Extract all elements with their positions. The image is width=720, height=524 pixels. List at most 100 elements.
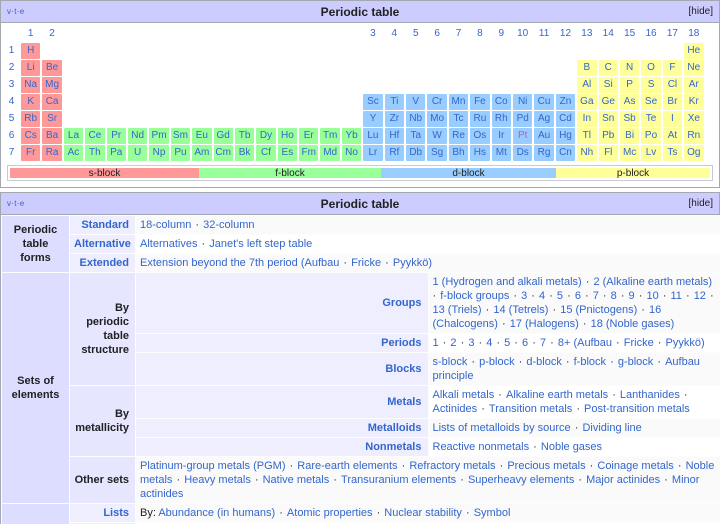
element-link[interactable]: Mg <box>45 79 59 90</box>
navbox-list-heading-link[interactable]: Groups <box>382 297 421 309</box>
navbox-link[interactable]: Precious metals <box>507 460 585 472</box>
element-cell-hs[interactable]: Hs <box>470 145 490 161</box>
element-cell-bi[interactable]: Bi <box>619 128 640 144</box>
group-number-header[interactable]: 12 <box>555 26 576 42</box>
element-link[interactable]: Rn <box>687 130 700 141</box>
element-link[interactable]: Cf <box>261 147 271 158</box>
navbox-list-heading-link[interactable]: Extended <box>79 257 129 269</box>
element-link[interactable]: Lu <box>367 130 378 141</box>
element-link[interactable]: Bh <box>452 147 464 158</box>
period-number-header[interactable]: 1 <box>3 43 20 59</box>
navbox-list-heading-link[interactable]: Blocks <box>385 363 421 375</box>
element-link[interactable]: Sr <box>47 113 57 124</box>
element-cell-os[interactable]: Os <box>470 128 490 144</box>
element-cell-o[interactable]: O <box>641 60 661 76</box>
element-link[interactable]: Cl <box>668 79 677 90</box>
element-link[interactable]: Cu <box>538 96 551 107</box>
element-cell-rf[interactable]: Rf <box>384 145 405 161</box>
element-link[interactable]: Be <box>46 62 58 73</box>
element-cell-cu[interactable]: Cu <box>534 94 554 110</box>
element-link[interactable]: Fe <box>474 96 486 107</box>
element-cell-ge[interactable]: Ge <box>598 94 618 110</box>
element-link[interactable]: Co <box>495 96 508 107</box>
element-cell-te[interactable]: Te <box>641 111 661 127</box>
group-number-header[interactable]: 9 <box>491 26 512 42</box>
element-cell-np[interactable]: Np <box>149 145 169 161</box>
element-link[interactable]: Pd <box>517 113 529 124</box>
navbox-link[interactable]: Alkali metals <box>433 389 495 401</box>
hide-link-2[interactable]: [hide] <box>689 193 713 215</box>
element-cell-th[interactable]: Th <box>85 145 105 161</box>
element-link[interactable]: Mn <box>452 96 466 107</box>
period-number-header[interactable]: 7 <box>3 145 20 161</box>
element-cell-er[interactable]: Er <box>299 128 319 144</box>
navbox-list-heading-link[interactable]: Periods <box>381 337 421 349</box>
element-link[interactable]: Nh <box>580 147 593 158</box>
element-link[interactable]: Zn <box>560 96 572 107</box>
element-link[interactable]: Bk <box>239 147 251 158</box>
element-link[interactable]: Os <box>474 130 487 141</box>
element-link[interactable]: Re <box>452 130 465 141</box>
group-number-header[interactable]: 3 <box>362 26 383 42</box>
element-cell-ga[interactable]: Ga <box>577 94 597 110</box>
element-cell-br[interactable]: Br <box>662 94 683 110</box>
element-cell-sm[interactable]: Sm <box>170 128 191 144</box>
navbox-link[interactable]: Heavy metals <box>184 474 251 486</box>
element-link[interactable]: K <box>27 96 34 107</box>
element-cell-na[interactable]: Na <box>21 77 41 93</box>
navbox-link[interactable]: Major actinides <box>586 474 660 486</box>
element-link[interactable]: Xe <box>688 113 700 124</box>
navbox-link[interactable]: 18-column <box>140 219 191 231</box>
element-link[interactable]: Te <box>646 113 657 124</box>
navbox-link[interactable]: Superheavy elements <box>468 474 574 486</box>
element-link[interactable]: No <box>345 147 358 158</box>
element-cell-yb[interactable]: Yb <box>341 128 362 144</box>
group-number-header[interactable]: 17 <box>662 26 683 42</box>
element-link[interactable]: H <box>27 45 34 56</box>
group-number-header[interactable]: 16 <box>640 26 661 42</box>
element-link[interactable]: Cn <box>559 147 572 158</box>
element-link[interactable]: Al <box>582 79 591 90</box>
element-cell-be[interactable]: Be <box>42 60 62 76</box>
element-cell-b[interactable]: B <box>577 60 597 76</box>
navbox-list-heading-link[interactable]: Metalloids <box>368 422 422 434</box>
element-link[interactable]: In <box>583 113 591 124</box>
element-link[interactable]: Og <box>687 147 700 158</box>
element-cell-og[interactable]: Og <box>684 145 704 161</box>
element-link[interactable]: Br <box>667 96 677 107</box>
element-link[interactable]: Yb <box>345 130 357 141</box>
element-cell-u[interactable]: U <box>127 145 148 161</box>
element-cell-bk[interactable]: Bk <box>234 145 255 161</box>
navbox-link[interactable]: Fricke <box>624 337 654 349</box>
element-link[interactable]: Ho <box>281 130 294 141</box>
group-number-header[interactable]: 10 <box>512 26 533 42</box>
navbox-link[interactable]: g-block <box>618 356 653 368</box>
element-cell-es[interactable]: Es <box>277 145 298 161</box>
element-link[interactable]: Mt <box>496 147 507 158</box>
element-cell-mg[interactable]: Mg <box>42 77 62 93</box>
navbox-link[interactable]: 7 <box>593 290 599 302</box>
element-cell-ca[interactable]: Ca <box>42 94 62 110</box>
element-cell-ra[interactable]: Ra <box>42 145 62 161</box>
element-link[interactable]: Ir <box>498 130 504 141</box>
element-cell-bh[interactable]: Bh <box>448 145 469 161</box>
element-cell-c[interactable]: C <box>598 60 618 76</box>
element-cell-s[interactable]: S <box>641 77 661 93</box>
element-cell-rg[interactable]: Rg <box>534 145 554 161</box>
element-cell-lr[interactable]: Lr <box>363 145 383 161</box>
navbox-link[interactable]: Lists of metalloids by source <box>433 422 571 434</box>
element-link[interactable]: Pb <box>602 130 614 141</box>
navbox-link[interactable]: Post-transition metals <box>584 403 690 415</box>
element-cell-ru[interactable]: Ru <box>470 111 490 127</box>
element-cell-cf[interactable]: Cf <box>256 145 276 161</box>
element-cell-no[interactable]: No <box>341 145 362 161</box>
element-link[interactable]: Fl <box>604 147 612 158</box>
element-cell-tc[interactable]: Tc <box>448 111 469 127</box>
element-link[interactable]: Ra <box>46 147 59 158</box>
navbox-link[interactable]: 1 (Hydrogen and alkali metals) <box>433 276 582 288</box>
element-cell-zr[interactable]: Zr <box>384 111 405 127</box>
element-cell-ir[interactable]: Ir <box>491 128 511 144</box>
element-link[interactable]: Sc <box>367 96 379 107</box>
group-number-header[interactable]: 1 <box>20 26 41 42</box>
element-link[interactable]: At <box>668 130 677 141</box>
